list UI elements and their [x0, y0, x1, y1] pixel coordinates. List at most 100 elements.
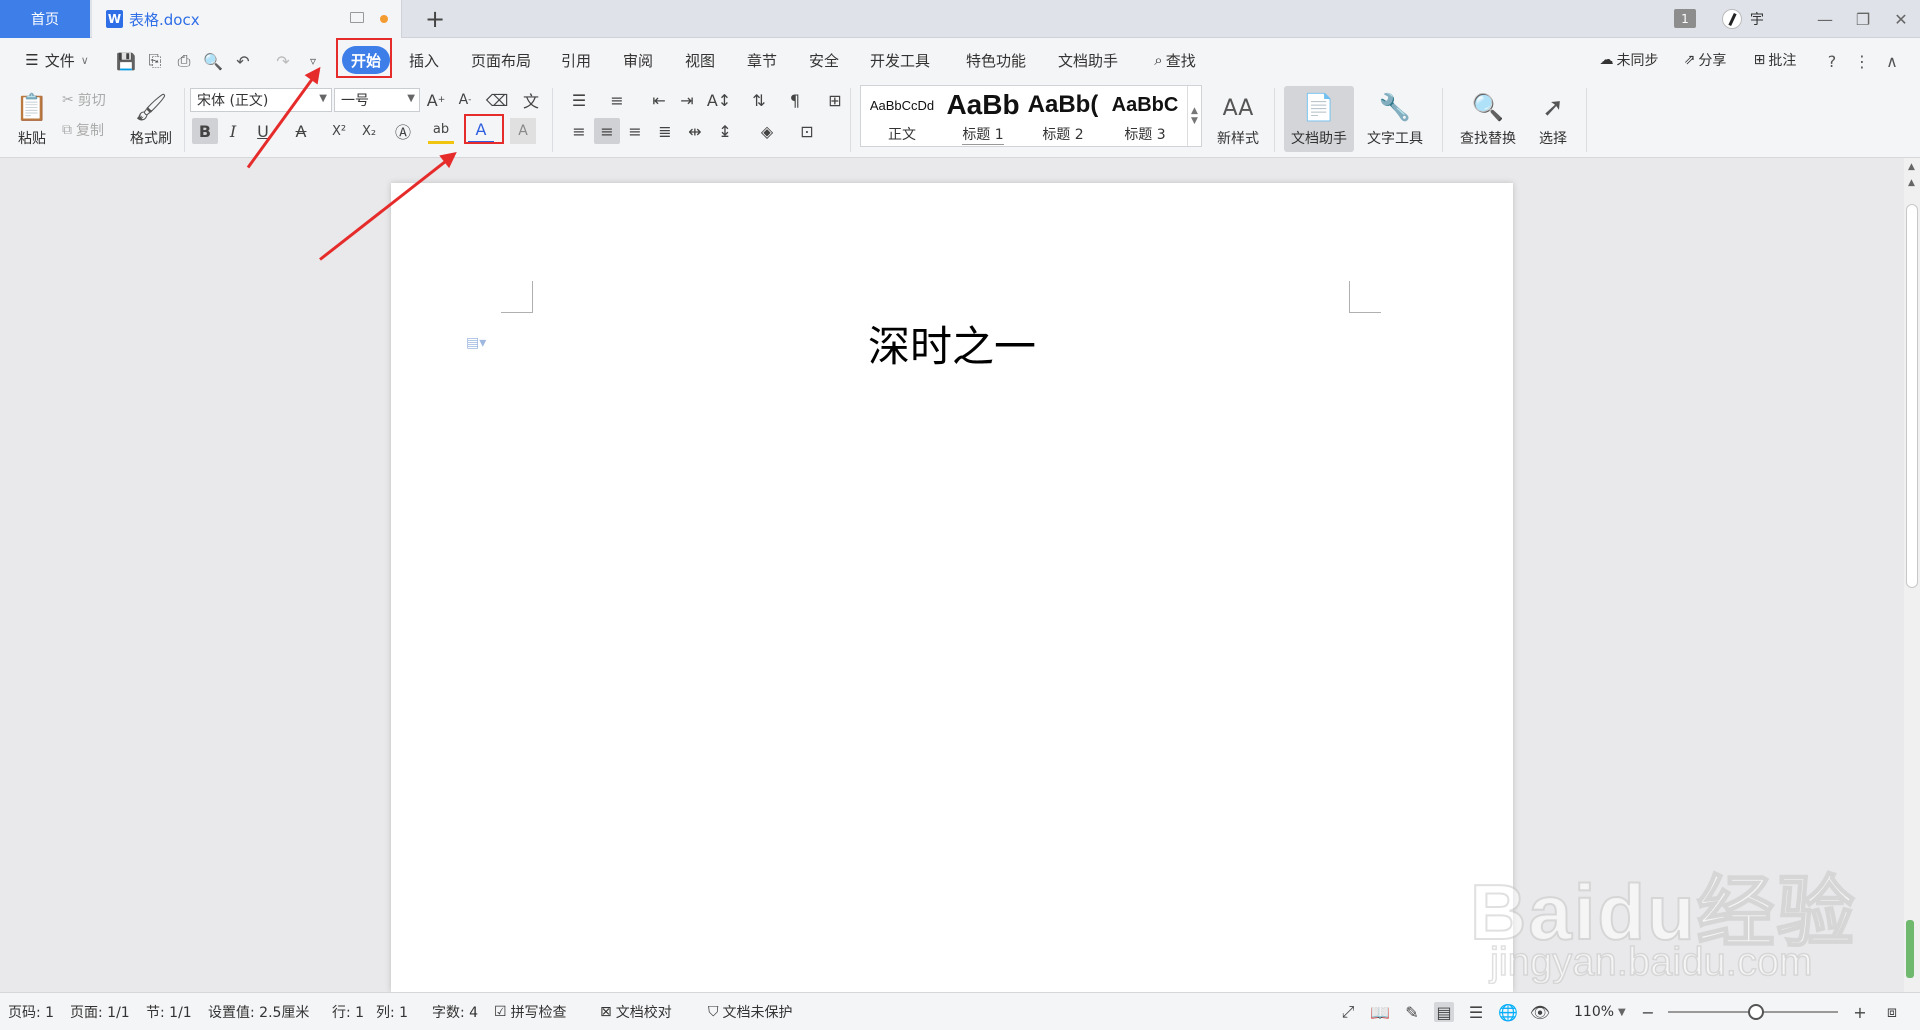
eye-protection-icon[interactable]: 👁: [1530, 1002, 1550, 1022]
document-title-text[interactable]: 深时之一: [391, 313, 1513, 374]
eraser-icon[interactable]: ⌫: [484, 87, 510, 113]
tab-developer[interactable]: 开发工具: [866, 46, 934, 74]
table-borders-icon[interactable]: ⊞: [822, 87, 848, 113]
bullet-list-icon[interactable]: ☰: [566, 87, 592, 113]
tab-home[interactable]: 首页: [0, 0, 90, 38]
doc-assistant-button[interactable]: 📄 文档助手: [1284, 86, 1354, 152]
style-heading-2[interactable]: AaBb( 标题 2: [1023, 86, 1103, 148]
monitor-icon[interactable]: [350, 12, 364, 23]
paragraph-shading-icon[interactable]: ◈: [754, 118, 780, 144]
zoom-in-icon[interactable]: +: [1850, 1002, 1870, 1022]
minimize-icon[interactable]: —: [1812, 6, 1838, 32]
tab-references[interactable]: 引用: [556, 46, 596, 74]
status-pages[interactable]: 页面: 1/1: [70, 993, 130, 1030]
gallery-scroll[interactable]: ▲ ▼: [1187, 86, 1201, 146]
highlight-icon[interactable]: ab: [428, 118, 454, 144]
tab-view[interactable]: 视图: [680, 46, 720, 74]
increase-indent-icon[interactable]: ⇥: [674, 87, 700, 113]
numbered-list-icon[interactable]: ≡: [604, 87, 630, 113]
tab-features[interactable]: 特色功能: [962, 46, 1030, 74]
subscript-button[interactable]: X₂: [356, 118, 382, 144]
status-page-number[interactable]: 页码: 1: [8, 993, 54, 1030]
undo-icon[interactable]: ↶: [233, 51, 253, 71]
page-view-icon[interactable]: ▤: [1434, 1002, 1454, 1022]
restore-icon[interactable]: ❐: [1850, 6, 1876, 32]
window-count-badge[interactable]: 1: [1674, 9, 1696, 28]
cut-button[interactable]: ✂ 剪切: [62, 88, 106, 112]
tab-chapter[interactable]: 章节: [742, 46, 782, 74]
zoom-out-icon[interactable]: −: [1638, 1002, 1658, 1022]
text-direction-icon[interactable]: A↕: [706, 87, 732, 113]
redo-icon[interactable]: ↷: [273, 51, 293, 71]
select-button[interactable]: ➚ 选择: [1526, 86, 1580, 152]
scroll-up-icon[interactable]: ▲: [1908, 178, 1915, 188]
doc-proof-button[interactable]: ⊠ 文档校对: [600, 993, 672, 1030]
fit-page-icon[interactable]: ⧈: [1882, 1002, 1902, 1022]
doc-protect-button[interactable]: ⛉ 文档未保护: [708, 993, 793, 1030]
share-button[interactable]: ⇗ 分享: [1676, 46, 1734, 74]
status-word-count[interactable]: 字数: 4: [432, 993, 478, 1030]
print-icon[interactable]: ⎙: [174, 51, 194, 71]
spell-check-button[interactable]: ☑ 拼写检查: [494, 993, 567, 1030]
export-icon[interactable]: ⎘: [145, 51, 165, 71]
new-tab-button[interactable]: +: [420, 4, 450, 34]
superscript-button[interactable]: X²: [326, 118, 352, 144]
edit-mode-icon[interactable]: ✎: [1402, 1002, 1422, 1022]
zoom-level-indicator[interactable]: [1906, 920, 1914, 978]
status-row[interactable]: 行: 1: [332, 993, 364, 1030]
text-effect-icon[interactable]: Ⓐ: [390, 118, 416, 144]
sync-status-button[interactable]: ☁ 未同步: [1588, 46, 1670, 74]
style-heading-3[interactable]: AaBbC 标题 3: [1103, 86, 1187, 148]
bold-button[interactable]: B: [192, 118, 218, 144]
close-icon[interactable]: ✕: [1888, 6, 1914, 32]
help-icon[interactable]: ?: [1822, 51, 1842, 71]
align-right-icon[interactable]: ≡: [622, 118, 648, 144]
new-style-button[interactable]: AA 新样式: [1208, 86, 1268, 152]
format-painter-button[interactable]: 🖌 格式刷: [124, 86, 178, 152]
scroll-up-icon[interactable]: ▲: [1908, 162, 1915, 172]
comment-button[interactable]: ⊞ 批注: [1740, 46, 1810, 74]
font-size-select[interactable]: 一号 ▼: [334, 88, 420, 112]
sort-icon[interactable]: ⇅: [746, 87, 772, 113]
fullscreen-icon[interactable]: ⤢: [1338, 1002, 1358, 1022]
justify-icon[interactable]: ≣: [652, 118, 678, 144]
tab-insert[interactable]: 插入: [404, 46, 444, 74]
italic-button[interactable]: I: [220, 118, 246, 144]
style-heading-1[interactable]: AaBb 标题 1: [943, 86, 1023, 148]
scroll-thumb[interactable]: [1906, 204, 1918, 588]
decrease-indent-icon[interactable]: ⇤: [646, 87, 672, 113]
char-shading-icon[interactable]: A: [510, 118, 536, 144]
document-page[interactable]: ▤▾ 深时之一: [391, 183, 1513, 992]
more-icon[interactable]: ⋮: [1852, 51, 1872, 71]
file-menu-button[interactable]: ☰ 文件 ∨: [16, 46, 98, 74]
show-marks-icon[interactable]: ¶: [782, 87, 808, 113]
phonetic-guide-icon[interactable]: 文: [518, 87, 544, 113]
tab-security[interactable]: 安全: [804, 46, 844, 74]
print-preview-icon[interactable]: 🔍: [203, 51, 223, 71]
align-center-icon[interactable]: ≡: [594, 118, 620, 144]
status-setting[interactable]: 设置值: 2.5厘米: [208, 993, 309, 1030]
grow-font-icon[interactable]: A +: [423, 87, 449, 113]
save-icon[interactable]: 💾: [116, 51, 136, 71]
line-spacing-icon[interactable]: ↨: [712, 118, 738, 144]
vertical-scrollbar[interactable]: ▲ ▲: [1904, 158, 1920, 992]
tab-doc-assistant[interactable]: 文档助手: [1054, 46, 1122, 74]
status-col[interactable]: 列: 1: [376, 993, 408, 1030]
tab-review[interactable]: 审阅: [618, 46, 658, 74]
text-tools-button[interactable]: 🔧 文字工具: [1360, 86, 1430, 152]
borders-icon[interactable]: ⊡: [794, 118, 820, 144]
reading-mode-icon[interactable]: 📖: [1370, 1002, 1390, 1022]
web-view-icon[interactable]: 🌐: [1498, 1002, 1518, 1022]
align-left-icon[interactable]: ≡: [566, 118, 592, 144]
font-name-select[interactable]: 宋体 (正文) ▼: [190, 88, 332, 112]
collapse-ribbon-icon[interactable]: ∧: [1882, 51, 1902, 71]
copy-button[interactable]: ⧉ 复制: [62, 118, 104, 142]
distributed-icon[interactable]: ⇹: [682, 118, 708, 144]
strikethrough-button[interactable]: A: [288, 118, 314, 144]
status-section[interactable]: 节: 1/1: [146, 993, 192, 1030]
paste-button[interactable]: 📋 粘贴: [8, 86, 56, 152]
outline-view-icon[interactable]: ☰: [1466, 1002, 1486, 1022]
zoom-level-select[interactable]: 110% ▼: [1574, 993, 1626, 1030]
zoom-slider-knob[interactable]: [1748, 1004, 1764, 1020]
tab-page-layout[interactable]: 页面布局: [466, 46, 536, 74]
